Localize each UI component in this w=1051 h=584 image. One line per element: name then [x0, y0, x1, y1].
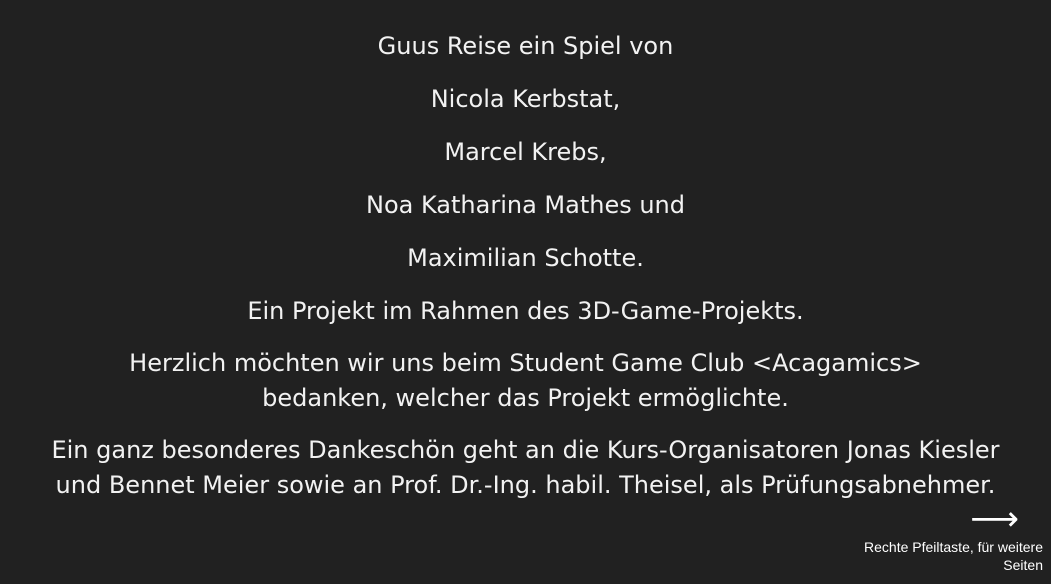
author-name: Maximilian Schotte.	[407, 244, 644, 272]
author-name: Noa Katharina Mathes und	[366, 191, 685, 219]
credits-screen: Guus Reise ein Spiel von Nicola Kerbstat…	[0, 28, 1051, 503]
author-name: Nicola Kerbstat,	[430, 85, 621, 113]
project-note: Ein Projekt im Rahmen des 3D-Game-Projek…	[247, 297, 804, 325]
thanks-organizers-text: Ein ganz besonderes Dankeschön geht an d…	[51, 436, 1000, 499]
game-title-line: Guus Reise ein Spiel von	[377, 32, 674, 60]
author-name: Marcel Krebs,	[444, 138, 607, 166]
next-page-hint-text: Rechte Pfeiltaste, für weitere Seiten	[864, 539, 1043, 573]
thanks-club-text: Herzlich möchten wir uns beim Student Ga…	[129, 349, 922, 412]
next-page-hint: ⟶ Rechte Pfeiltaste, für weitere Seiten	[823, 502, 1043, 574]
right-arrow-icon[interactable]: ⟶	[823, 502, 1019, 536]
